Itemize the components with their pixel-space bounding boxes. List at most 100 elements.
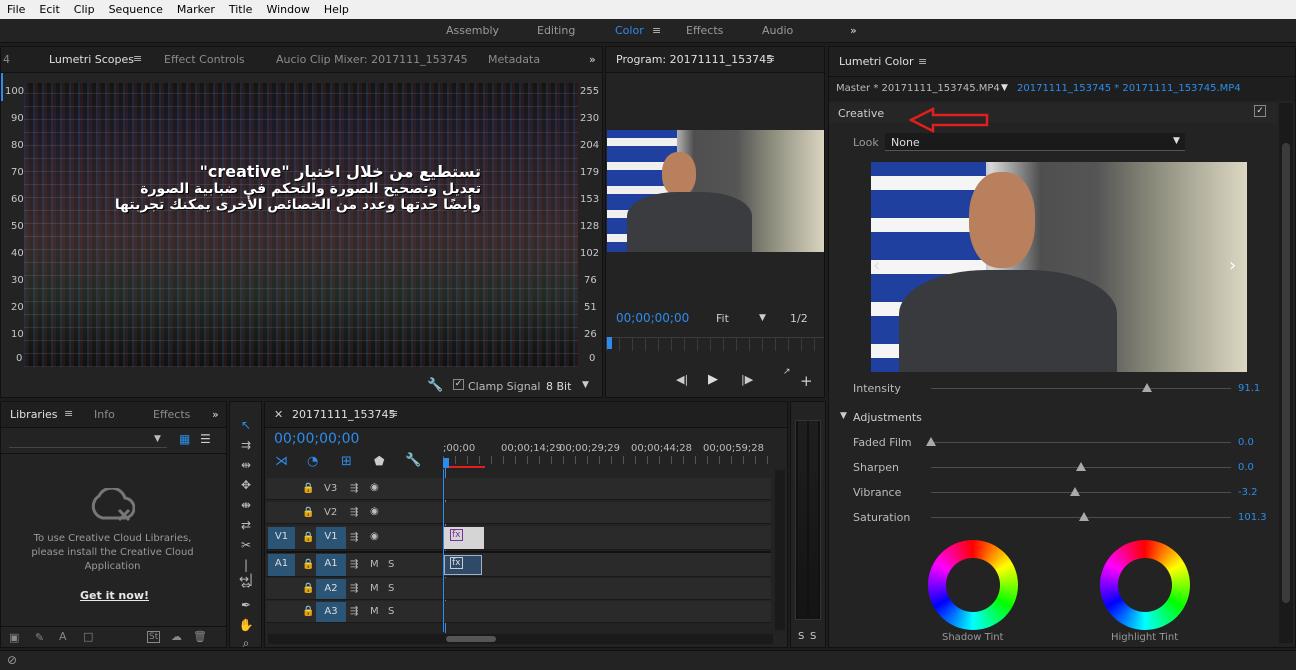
lock-icon[interactable]: 🔒 bbox=[302, 583, 314, 594]
timeline-vertical-scrollbar[interactable] bbox=[775, 470, 785, 630]
tab-effects[interactable]: Effects bbox=[153, 408, 190, 421]
mute-button[interactable]: M bbox=[370, 559, 379, 570]
menu-clip[interactable]: Clip bbox=[67, 3, 102, 16]
workspace-color[interactable]: Color bbox=[615, 24, 644, 37]
preview-next-icon[interactable]: › bbox=[1229, 255, 1236, 276]
pen-tool-icon[interactable]: ✒ bbox=[237, 598, 255, 614]
sync-lock-icon[interactable]: ⇶ bbox=[350, 507, 358, 518]
linked-selection-icon[interactable]: ◔ bbox=[307, 454, 318, 469]
lock-icon[interactable]: 🔒 bbox=[302, 559, 314, 570]
snap-icon[interactable]: ⋊ bbox=[275, 454, 288, 469]
timeline-timecode[interactable]: 00;00;00;00 bbox=[274, 431, 359, 447]
look-chevron-down-icon[interactable]: ▼ bbox=[1173, 136, 1180, 146]
trash-icon[interactable]: 🗑 bbox=[193, 630, 207, 643]
saturation-value[interactable]: 101.3 bbox=[1238, 512, 1267, 523]
tab-lumetri-scopes[interactable]: Lumetri Scopes bbox=[49, 53, 134, 66]
workspace-editing[interactable]: Editing bbox=[537, 24, 575, 37]
resolution-select[interactable]: 1/2 bbox=[790, 312, 808, 325]
work-area-bar[interactable] bbox=[445, 466, 485, 468]
highlight-tint-wheel[interactable] bbox=[1100, 540, 1190, 630]
list-view-icon[interactable]: ☰ bbox=[200, 432, 211, 446]
video-clip[interactable]: fx bbox=[443, 527, 484, 549]
shadow-tint-wheel[interactable] bbox=[928, 540, 1018, 630]
menu-help[interactable]: Help bbox=[317, 3, 356, 16]
sync-lock-icon[interactable]: ⇶ bbox=[350, 606, 358, 617]
close-icon[interactable]: ✕ bbox=[274, 408, 283, 421]
eye-icon[interactable]: ◉ bbox=[370, 482, 379, 493]
fit-chevron-down-icon[interactable]: ▼ bbox=[759, 313, 766, 323]
step-back-icon[interactable]: ◀| bbox=[676, 373, 688, 386]
add-button-icon[interactable]: + bbox=[800, 372, 813, 390]
sync-lock-icon[interactable]: ⇶ bbox=[350, 559, 358, 570]
get-it-now-link[interactable]: Get it now! bbox=[80, 589, 149, 602]
active-clip-label[interactable]: 20171111_153745 * 20171111_153745.MP4 bbox=[1017, 83, 1241, 94]
lumetri-scrollbar[interactable] bbox=[1279, 103, 1293, 643]
program-ruler[interactable] bbox=[606, 337, 824, 351]
menu-title[interactable]: Title bbox=[222, 3, 260, 16]
status-render-icon[interactable]: ⊘ bbox=[7, 653, 17, 667]
bit-depth-select[interactable]: 8 Bit bbox=[546, 380, 571, 393]
solo-button[interactable]: S bbox=[388, 606, 394, 617]
audio-clip[interactable]: fx bbox=[444, 555, 482, 575]
faded-film-slider-knob[interactable] bbox=[926, 437, 936, 446]
creative-section-header[interactable]: Creative ✓ bbox=[829, 103, 1277, 123]
color-swatch-icon[interactable]: □ bbox=[83, 630, 93, 643]
solo-button[interactable]: S bbox=[388, 583, 394, 594]
hand-tool-icon[interactable]: ✋ bbox=[237, 618, 255, 634]
color-icon[interactable]: ✎ bbox=[35, 631, 44, 644]
program-menu-icon[interactable]: ≡ bbox=[766, 52, 775, 65]
faded-film-value[interactable]: 0.0 bbox=[1238, 437, 1254, 448]
faded-film-slider-track[interactable] bbox=[931, 442, 1231, 443]
sequence-tab[interactable]: 20171111_153745 bbox=[292, 408, 395, 421]
timeline-menu-icon[interactable]: ≡ bbox=[389, 407, 398, 420]
timeline-settings-wrench-icon[interactable]: 🔧 bbox=[405, 453, 421, 468]
program-playhead[interactable] bbox=[607, 337, 612, 349]
menu-window[interactable]: Window bbox=[259, 3, 316, 16]
vibrance-slider-track[interactable] bbox=[931, 492, 1231, 493]
sync-lock-icon[interactable]: ⇶ bbox=[350, 583, 358, 594]
mute-button[interactable]: M bbox=[370, 606, 379, 617]
lock-icon[interactable]: 🔒 bbox=[302, 606, 314, 617]
menu-edit[interactable]: Ecit bbox=[32, 3, 66, 16]
tab-audio-clip-mixer[interactable]: Aucio Clip Mixer: 2017111_153745 bbox=[276, 53, 468, 66]
timeline-playhead-handle[interactable] bbox=[443, 458, 449, 468]
sync-lock-icon[interactable]: ⇶ bbox=[350, 483, 358, 494]
intensity-slider-knob[interactable] bbox=[1142, 383, 1152, 392]
lock-icon[interactable]: 🔒 bbox=[302, 532, 314, 543]
timeline-horizontal-scrollbar[interactable] bbox=[268, 634, 773, 644]
slip-tool-icon[interactable]: |↔| bbox=[237, 558, 255, 586]
play-icon[interactable]: ▶ bbox=[708, 372, 718, 387]
master-clip-label[interactable]: Master * 20171111_153745.MP4 bbox=[836, 83, 1000, 94]
menu-sequence[interactable]: Sequence bbox=[102, 3, 170, 16]
add-graphic-icon[interactable]: ▣ bbox=[9, 631, 19, 644]
meter-solo-right[interactable]: S bbox=[810, 631, 816, 642]
track-target-a2[interactable]: A2 bbox=[316, 579, 346, 599]
program-timecode[interactable]: 00;00;00;00 bbox=[616, 311, 689, 325]
clamp-signal-checkbox[interactable]: ✓ bbox=[453, 379, 464, 390]
libraries-overflow-icon[interactable]: » bbox=[212, 408, 219, 421]
horizontal-scroll-thumb[interactable] bbox=[446, 636, 496, 642]
menu-marker[interactable]: Marker bbox=[170, 3, 222, 16]
lock-icon[interactable]: 🔒 bbox=[302, 507, 314, 518]
intensity-value[interactable]: 91.1 bbox=[1238, 383, 1260, 394]
creative-enable-checkbox[interactable]: ✓ bbox=[1254, 105, 1266, 117]
sharpen-value[interactable]: 0.0 bbox=[1238, 462, 1254, 473]
solo-button[interactable]: S bbox=[388, 559, 394, 570]
workspace-effects[interactable]: Effects bbox=[686, 24, 723, 37]
marker-icon[interactable]: ⬟ bbox=[374, 454, 384, 468]
look-select[interactable]: None ▼ bbox=[885, 133, 1185, 151]
vibrance-slider-knob[interactable] bbox=[1070, 487, 1080, 496]
preview-prev-icon[interactable]: ‹ bbox=[873, 255, 880, 276]
meter-solo-left[interactable]: S bbox=[798, 631, 804, 642]
eye-icon[interactable]: ◉ bbox=[370, 506, 379, 517]
scopes-menu-icon[interactable]: ≡ bbox=[133, 52, 142, 65]
saturation-slider-knob[interactable] bbox=[1079, 512, 1089, 521]
character-style-icon[interactable]: A bbox=[59, 630, 67, 643]
chevron-down-icon[interactable]: ▼ bbox=[582, 380, 589, 390]
scrollbar-thumb[interactable] bbox=[1282, 143, 1290, 603]
tab-info[interactable]: Info bbox=[94, 408, 115, 421]
eye-icon[interactable]: ◉ bbox=[370, 531, 379, 542]
add-marker-icon[interactable]: ⊞ bbox=[341, 454, 352, 469]
source-patch-v1[interactable]: V1 bbox=[268, 527, 295, 549]
step-forward-icon[interactable]: |▶ bbox=[741, 373, 753, 386]
